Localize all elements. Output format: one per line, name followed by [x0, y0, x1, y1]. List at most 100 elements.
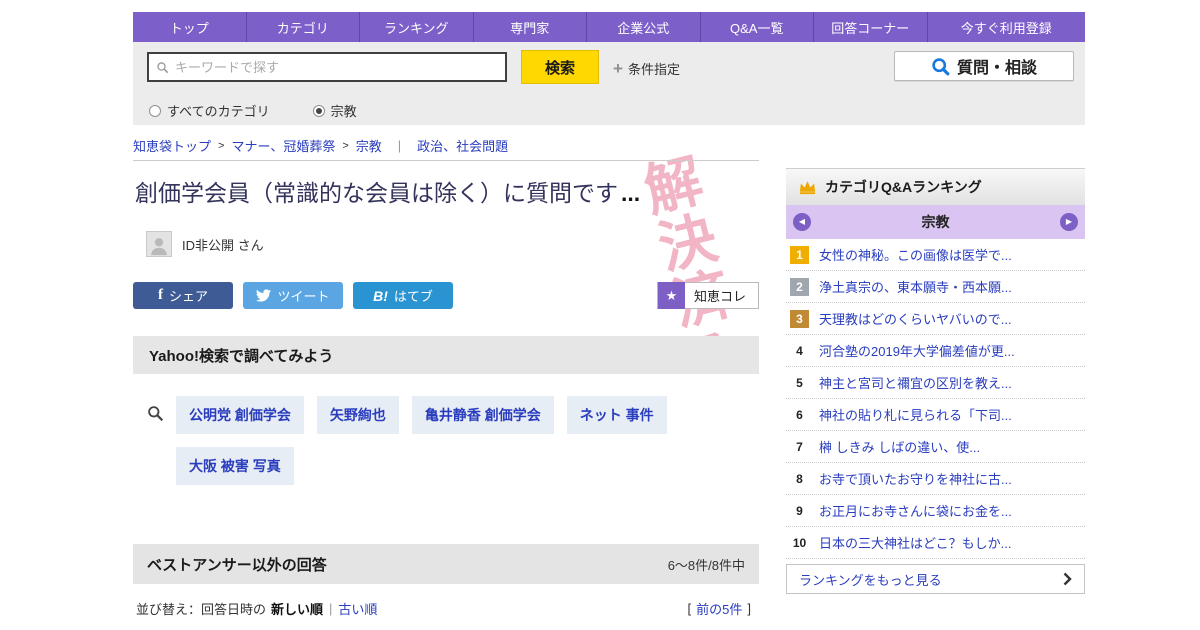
page: トップ カテゴリ ランキング 専門家 企業公式 Q&A一覧 回答コーナー 今すぐ… — [0, 0, 1200, 630]
bracket-open: [ — [687, 601, 692, 617]
facebook-icon: f — [157, 287, 163, 304]
star-icon: ★ — [657, 282, 685, 310]
chevron-right-icon — [1063, 572, 1072, 586]
question-author-row: ID非公開 さん — [146, 231, 759, 258]
ranking-link: 榊 しきみ しばの違い、使... — [819, 440, 981, 455]
breadcrumb-home[interactable]: 知恵袋トップ — [133, 136, 211, 155]
rank-number: 10 — [792, 535, 807, 550]
answers-section-title: ベストアンサー以外の回答 — [147, 556, 327, 574]
twitter-icon — [256, 289, 272, 302]
chiecolle-button[interactable]: ★ 知恵コレ — [656, 282, 759, 310]
hatena-icon: B! — [373, 287, 388, 304]
breadcrumb-current-category[interactable]: 宗教 — [356, 136, 382, 155]
sort-label: 並び替え：回答日時の — [136, 602, 267, 618]
arrow-left-icon: ◀ — [798, 217, 806, 226]
keyword-chip[interactable]: 亀井静香 創価学会 — [411, 396, 554, 435]
yahoo-search-body: 公明党 創価学会 矢野絢也 亀井静香 創価学会 ネット 事件 大阪 被害 写真 — [133, 374, 759, 504]
breadcrumb-separator: > — [218, 139, 225, 152]
ask-question-label: 質問・相談 — [956, 60, 1037, 77]
ranking-item-9[interactable]: 9 お正月にお寺さんに袋にお金を... — [786, 495, 1085, 527]
main-content: 解決 済み 創価学会員（常識的な会員は除く）に質問です... ID非公開 さん … — [133, 145, 759, 630]
radio-religion-label: 宗教 — [330, 104, 357, 119]
hatena-share-button[interactable]: B! はてブ — [353, 282, 453, 310]
sort-separator: | — [329, 601, 333, 617]
nav-item-ranking[interactable]: ランキング — [360, 12, 474, 42]
ranking-item-5[interactable]: 5 神主と宮司と禰宜の区別を教え... — [786, 367, 1085, 399]
sort-controls: 並び替え：回答日時の 新しい順 | 古い順 [ 前の5件 ] — [133, 599, 759, 618]
ranking-link: 日本の三大神社はどこ？もしか... — [819, 536, 1012, 551]
nav-item-qa-list[interactable]: Q&A一覧 — [701, 12, 814, 42]
question-title: 創価学会員（常識的な会員は除く）に質問です... — [135, 180, 641, 206]
next-category-button[interactable]: ▶ — [1060, 213, 1078, 231]
breadcrumb-pipe: | — [397, 138, 402, 153]
ranking-item-3[interactable]: 3 天理教はどのくらいヤバいので... — [786, 303, 1085, 335]
radio-selected-icon — [312, 104, 325, 117]
rank-number: 7 — [796, 439, 803, 454]
previous-answers-link[interactable]: 前の5件 — [696, 599, 742, 618]
breadcrumb-related-category[interactable]: 政治、社会問題 — [417, 136, 508, 155]
search-box[interactable] — [147, 52, 507, 82]
ranking-link: 浄土真宗の、東本願寺・西本願... — [819, 280, 1012, 295]
search-input[interactable] — [175, 59, 498, 75]
keyword-chip[interactable]: 矢野絢也 — [316, 396, 399, 435]
share-buttons-row: f シェア ツイート B! はてブ ★ 知恵コレ — [133, 282, 759, 310]
nav-item-top[interactable]: トップ — [133, 12, 247, 42]
radio-category-religion[interactable]: 宗教 — [312, 101, 357, 120]
title-ellipsis: ... — [621, 180, 641, 206]
ranking-item-4[interactable]: 4 河合塾の2019年大学偏差値が更... — [786, 335, 1085, 367]
ranking-category-selector: ◀ 宗教 ▶ — [786, 205, 1085, 239]
ranking-item-10[interactable]: 10 日本の三大神社はどこ？もしか... — [786, 527, 1085, 559]
search-button[interactable]: 検索 — [521, 50, 599, 84]
keyword-chip[interactable]: 公明党 創価学会 — [176, 396, 304, 435]
nav-item-category[interactable]: カテゴリ — [247, 12, 360, 42]
yahoo-search-title: Yahoo!検索で調べてみよう — [133, 336, 759, 375]
user-name: ID非公開 さん — [182, 237, 264, 253]
ranking-title: カテゴリQ&Aランキング — [825, 179, 982, 195]
yahoo-search-suggestion-box: Yahoo!検索で調べてみよう 公明党 創価学会 矢野絢也 亀井静香 創価学会 … — [133, 336, 759, 504]
nav-item-register[interactable]: 今すぐ利用登録 — [928, 12, 1086, 42]
category-radio-row: すべてのカテゴリ 宗教 — [149, 101, 357, 120]
breadcrumb-separator: > — [342, 139, 349, 152]
ranking-category-label: 宗教 — [921, 214, 950, 230]
ranking-link: 女性の神秘。この画像は医学で... — [819, 248, 1012, 263]
radio-unselected-icon — [149, 104, 161, 117]
ranking-list: 1 女性の神秘。この画像は医学で... 2 浄土真宗の、東本願寺・西本願... … — [786, 239, 1085, 559]
breadcrumb-parent-category[interactable]: マナー、冠婚葬祭 — [231, 136, 335, 155]
radio-all-label: すべてのカテゴリ — [167, 104, 270, 119]
facebook-share-button[interactable]: f シェア — [133, 282, 233, 310]
bracket-close: ] — [747, 601, 751, 617]
ranking-item-2[interactable]: 2 浄土真宗の、東本願寺・西本願... — [786, 271, 1085, 303]
twitter-share-button[interactable]: ツイート — [243, 282, 343, 310]
ranking-item-7[interactable]: 7 榊 しきみ しばの違い、使... — [786, 431, 1085, 463]
ranking-item-6[interactable]: 6 神社の貼り札に見られる「下司... — [786, 399, 1085, 431]
prev-category-button[interactable]: ◀ — [793, 213, 811, 231]
keyword-chip[interactable]: 大阪 被害 写真 — [176, 447, 294, 486]
rank-badge-gold: 1 — [790, 245, 809, 264]
advanced-search-label: 条件指定 — [627, 62, 680, 77]
answers-count: 6〜8件/8件中 — [667, 557, 745, 573]
keyword-chip[interactable]: ネット 事件 — [566, 396, 667, 435]
ranking-item-1[interactable]: 1 女性の神秘。この画像は医学で... — [786, 239, 1085, 271]
advanced-search-link[interactable]: + 条件指定 — [613, 59, 680, 78]
nav-item-answer-corner[interactable]: 回答コーナー — [814, 12, 928, 42]
answers-section-header: ベストアンサー以外の回答 6〜8件/8件中 — [133, 544, 759, 585]
sort-oldest[interactable]: 古い順 — [338, 599, 377, 618]
ranking-item-8[interactable]: 8 お寺で頂いたお守りを神社に古... — [786, 463, 1085, 495]
rank-number: 4 — [796, 343, 803, 358]
search-icon — [156, 61, 169, 74]
sort-newest[interactable]: 新しい順 — [271, 599, 323, 618]
nav-item-experts[interactable]: 専門家 — [474, 12, 587, 42]
breadcrumb: 知恵袋トップ > マナー、冠婚葬祭 > 宗教 | 政治、社会問題 — [133, 136, 508, 155]
ranking-header: カテゴリQ&Aランキング — [786, 168, 1085, 205]
ranking-more-button[interactable]: ランキングをもっと見る — [786, 564, 1085, 594]
nav-item-official[interactable]: 企業公式 — [587, 12, 701, 42]
rank-badge-bronze: 3 — [790, 309, 809, 328]
plus-icon: + — [613, 59, 623, 78]
ask-question-button[interactable]: 質問・相談 — [894, 51, 1074, 81]
ranking-link: お正月にお寺さんに袋にお金を... — [819, 504, 1012, 519]
rank-badge-silver: 2 — [790, 277, 809, 296]
rank-number: 9 — [796, 503, 803, 518]
radio-all-categories[interactable]: すべてのカテゴリ — [149, 101, 270, 120]
rank-number: 5 — [796, 375, 803, 390]
avatar — [146, 231, 172, 258]
